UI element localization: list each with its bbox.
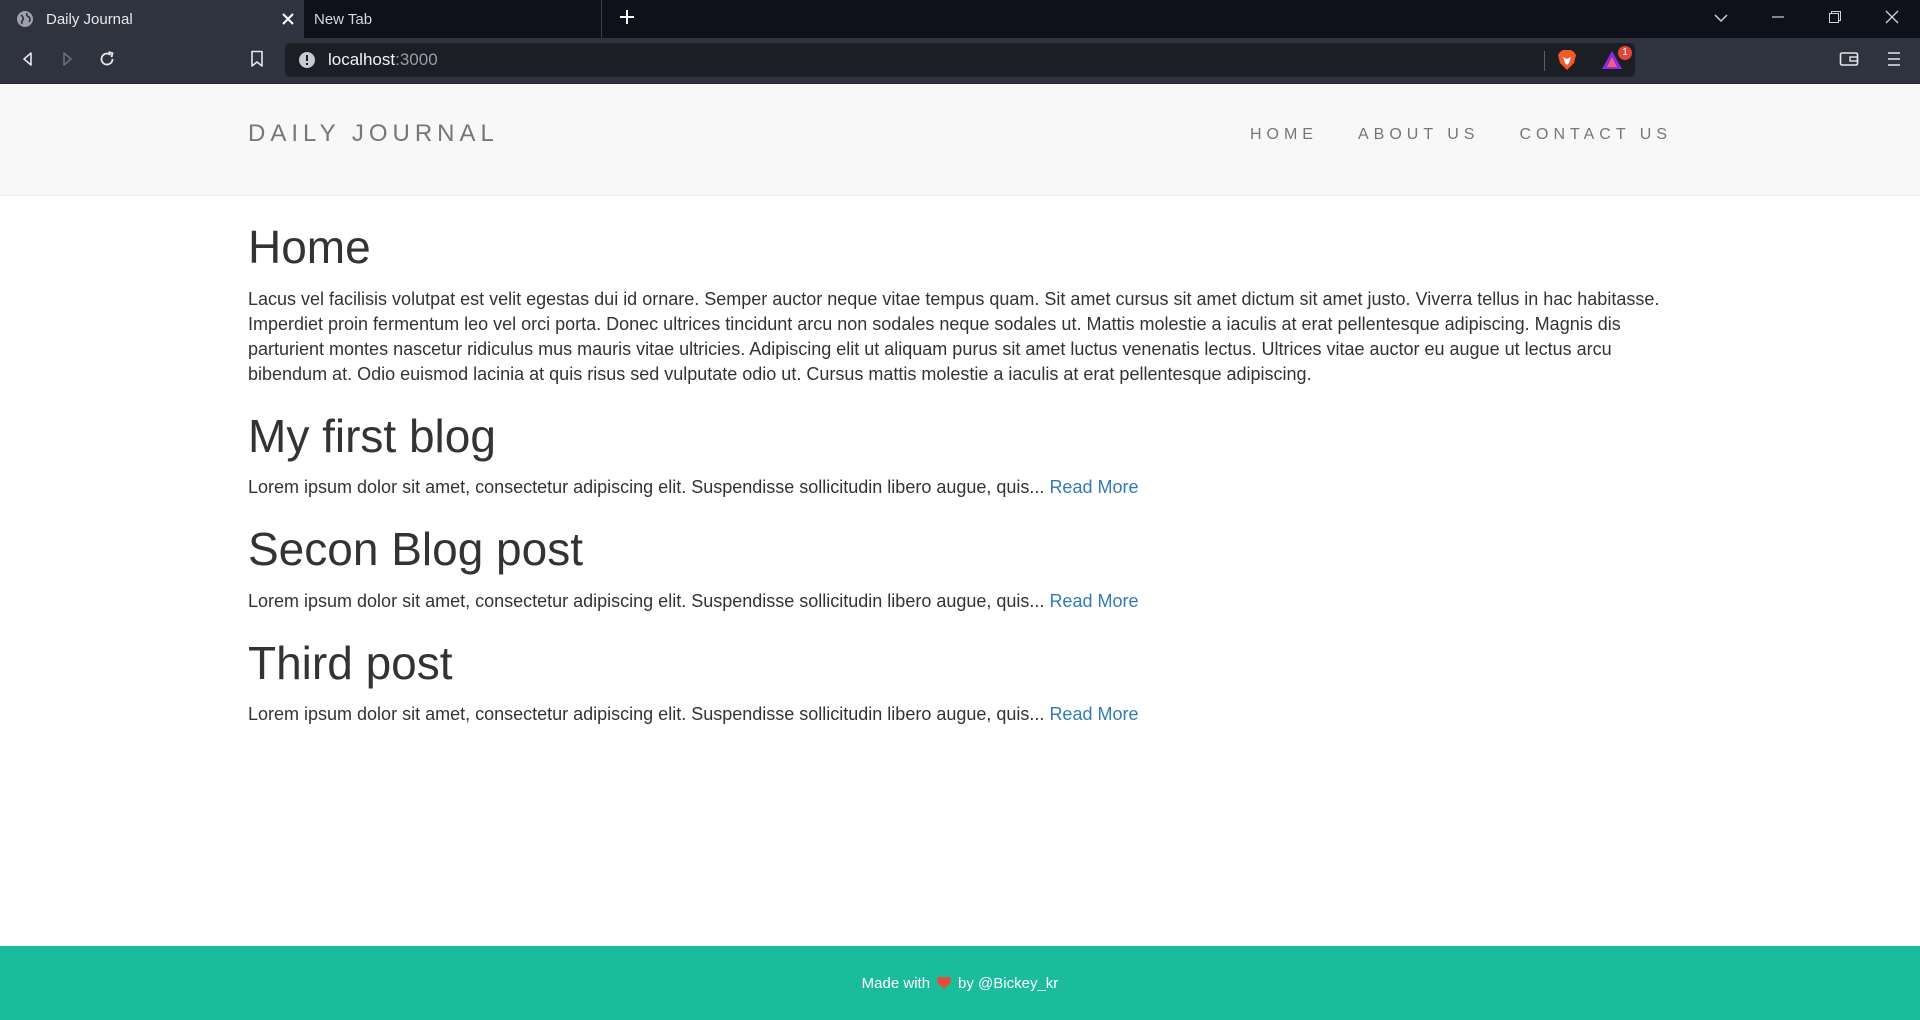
read-more-link[interactable]: Read More (1049, 477, 1138, 497)
post-excerpt: Lorem ipsum dolor sit amet, consectetur … (248, 590, 1045, 611)
post-item: Third post Lorem ipsum dolor sit amet, c… (248, 638, 1672, 728)
chevron-down-icon (1713, 10, 1728, 28)
site-navbar: DAILY JOURNAL HOME ABOUT US CONTACT US (0, 84, 1920, 196)
post-excerpt: Lorem ipsum dolor sit amet, consectetur … (248, 704, 1045, 725)
nav-home[interactable]: HOME (1250, 126, 1318, 144)
forward-button[interactable] (55, 49, 79, 73)
tab-title: New Tab (314, 10, 373, 28)
wallet-icon (1839, 50, 1859, 73)
menu-icon (1887, 51, 1901, 72)
footer-author: by @Bickey_kr (958, 974, 1059, 992)
info-icon[interactable] (298, 51, 316, 69)
reload-button[interactable] (95, 49, 119, 73)
new-tab-button[interactable] (602, 0, 652, 38)
brave-shield-icon[interactable] (1556, 49, 1578, 71)
main-menu-button[interactable] (1882, 49, 1906, 73)
browser-tab-strip: Daily Journal New Tab (0, 0, 1920, 38)
forward-icon (59, 51, 75, 72)
intro-paragraph: Lacus vel facilisis volutpat est velit e… (248, 288, 1660, 384)
url-host: localhost (328, 50, 396, 69)
post-item: My first blog Lorem ipsum dolor sit amet… (248, 409, 1672, 501)
url-port: :3000 (395, 50, 438, 69)
post-title: Secon Blog post (248, 523, 584, 576)
restore-button[interactable] (1806, 0, 1863, 38)
post-excerpt: Lorem ipsum dolor sit amet, consectetur … (248, 477, 1045, 498)
wallet-button[interactable] (1837, 49, 1861, 73)
page-title: Home (248, 221, 371, 273)
nav-about-us[interactable]: ABOUT US (1358, 126, 1480, 144)
globe-icon (16, 10, 34, 28)
post-excerpt-line: Lorem ipsum dolor sit amet, consectetur … (248, 589, 1672, 614)
reload-icon (98, 50, 116, 73)
rewards-badge: 1 (1618, 46, 1632, 60)
close-window-button[interactable] (1863, 0, 1920, 38)
close-icon[interactable] (278, 9, 298, 29)
site-footer: Made with by @Bickey_kr (0, 946, 1920, 1020)
close-icon (1885, 10, 1899, 29)
tab-search-button[interactable] (1692, 0, 1749, 38)
back-button[interactable] (16, 49, 40, 73)
read-more-link[interactable]: Read More (1049, 704, 1138, 724)
site-menu: HOME ABOUT US CONTACT US (1250, 126, 1672, 144)
browser-toolbar: localhost :3000 1 (0, 38, 1920, 84)
read-more-link[interactable]: Read More (1049, 591, 1138, 611)
url-separator (1544, 51, 1545, 71)
tab-new-tab[interactable]: New Tab (304, 0, 602, 38)
bookmark-icon (250, 50, 264, 73)
footer-made-with: Made with (861, 974, 931, 992)
plus-icon (619, 9, 635, 30)
post-title: My first blog (248, 409, 496, 462)
restore-icon (1828, 10, 1841, 28)
post-excerpt-line: Lorem ipsum dolor sit amet, consectetur … (248, 475, 1672, 500)
tab-title: Daily Journal (46, 10, 133, 28)
window-controls (1692, 0, 1920, 38)
heart-icon (936, 976, 952, 990)
minimize-icon (1771, 10, 1784, 28)
tab-daily-journal[interactable]: Daily Journal (0, 0, 304, 38)
site-brand[interactable]: DAILY JOURNAL (248, 120, 499, 148)
nav-contact-us[interactable]: CONTACT US (1519, 126, 1672, 144)
address-bar[interactable]: localhost :3000 1 (285, 43, 1635, 77)
back-icon (20, 51, 36, 72)
main-content: Home Lacus vel facilisis volutpat est ve… (248, 196, 1672, 727)
minimize-button[interactable] (1749, 0, 1806, 38)
post-item: Secon Blog post Lorem ipsum dolor sit am… (248, 524, 1672, 614)
post-excerpt-line: Lorem ipsum dolor sit amet, consectetur … (248, 702, 1672, 727)
post-title: Third post (248, 636, 453, 689)
bookmark-button[interactable] (245, 49, 269, 73)
